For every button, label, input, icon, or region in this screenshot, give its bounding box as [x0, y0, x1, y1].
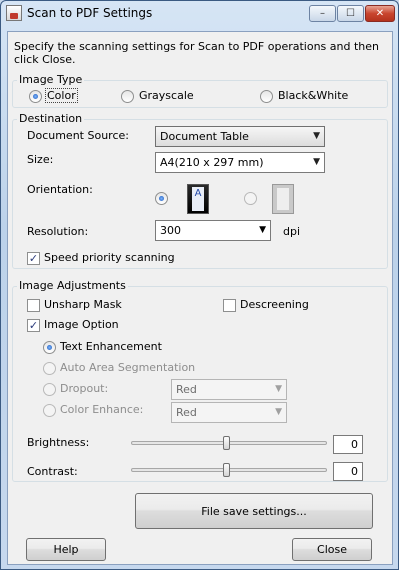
- color-radio[interactable]: [29, 90, 42, 103]
- chevron-down-icon: ▼: [259, 225, 266, 235]
- dropout-value: Red: [176, 383, 197, 396]
- dropout-label[interactable]: Dropout:: [60, 382, 108, 395]
- size-select[interactable]: A4(210 x 297 mm) ▼: [155, 152, 325, 173]
- destination-group: Destination Document Source: Document Ta…: [12, 112, 388, 269]
- size-value: A4(210 x 297 mm): [160, 156, 264, 169]
- close-window-button[interactable]: ✕: [365, 5, 395, 22]
- portrait-orientation-icon[interactable]: [187, 184, 209, 214]
- color-label[interactable]: Color: [45, 88, 78, 103]
- contrast-slider-thumb[interactable]: [223, 463, 230, 477]
- image-type-title: Image Type: [17, 73, 85, 86]
- resolution-label: Resolution:: [27, 225, 89, 238]
- chevron-down-icon: ▼: [313, 131, 320, 141]
- document-source-value: Document Table: [160, 130, 249, 143]
- app-icon: [6, 5, 22, 21]
- close-button[interactable]: Close: [292, 538, 372, 561]
- black-white-radio[interactable]: [260, 90, 273, 103]
- dropout-radio[interactable]: [43, 383, 56, 396]
- black-white-label[interactable]: Black&White: [278, 89, 348, 102]
- image-option-checkbox[interactable]: ✓: [27, 319, 40, 332]
- landscape-orientation-icon[interactable]: [272, 184, 294, 214]
- color-enhance-label[interactable]: Color Enhance:: [60, 403, 143, 416]
- image-adjustments-group: Image Adjustments Unsharp Mask Descreeni…: [12, 279, 388, 482]
- document-source-select[interactable]: Document Table ▼: [155, 126, 325, 147]
- brightness-value-input[interactable]: 0: [333, 435, 363, 454]
- resolution-select[interactable]: 300 ▼: [155, 220, 271, 241]
- chevron-down-icon: ▼: [275, 407, 282, 417]
- unsharp-mask-checkbox[interactable]: [27, 299, 40, 312]
- dropout-select[interactable]: Red ▼: [171, 379, 287, 400]
- size-label: Size:: [27, 153, 54, 166]
- resolution-unit: dpi: [283, 225, 301, 238]
- title-bar: Scan to PDF Settings – ☐ ✕: [1, 1, 398, 25]
- grayscale-radio[interactable]: [121, 90, 134, 103]
- color-enhance-radio[interactable]: [43, 404, 56, 417]
- grayscale-label[interactable]: Grayscale: [139, 89, 194, 102]
- document-source-label: Document Source:: [27, 129, 129, 142]
- help-button[interactable]: Help: [26, 538, 106, 561]
- orientation-label: Orientation:: [27, 183, 93, 196]
- landscape-radio[interactable]: [244, 192, 257, 205]
- dialog-body: Specify the scanning settings for Scan t…: [7, 31, 393, 565]
- portrait-radio[interactable]: [155, 192, 168, 205]
- window-title: Scan to PDF Settings: [27, 6, 153, 20]
- text-enhancement-label[interactable]: Text Enhancement: [60, 340, 162, 353]
- descreening-label[interactable]: Descreening: [240, 298, 309, 311]
- scan-to-pdf-settings-window: Scan to PDF Settings – ☐ ✕ Specify the s…: [0, 0, 399, 570]
- descreening-checkbox[interactable]: [223, 299, 236, 312]
- file-save-settings-button[interactable]: File save settings...: [135, 493, 373, 529]
- speed-priority-checkbox[interactable]: ✓: [27, 252, 40, 265]
- resolution-value: 300: [160, 224, 181, 237]
- color-enhance-select[interactable]: Red ▼: [171, 402, 287, 423]
- auto-area-segmentation-label[interactable]: Auto Area Segmentation: [60, 361, 195, 374]
- maximize-button[interactable]: ☐: [337, 5, 364, 22]
- text-enhancement-radio[interactable]: [43, 341, 56, 354]
- chevron-down-icon: ▼: [313, 157, 320, 167]
- chevron-down-icon: ▼: [275, 384, 282, 394]
- color-enhance-value: Red: [176, 406, 197, 419]
- image-option-label[interactable]: Image Option: [44, 318, 119, 331]
- contrast-label: Contrast:: [27, 465, 78, 478]
- destination-title: Destination: [17, 112, 85, 125]
- contrast-value-input[interactable]: 0: [333, 462, 363, 481]
- brightness-slider-thumb[interactable]: [223, 436, 230, 450]
- auto-area-segmentation-radio[interactable]: [43, 362, 56, 375]
- intro-text: Specify the scanning settings for Scan t…: [14, 40, 379, 66]
- brightness-label: Brightness:: [27, 436, 90, 449]
- unsharp-mask-label[interactable]: Unsharp Mask: [44, 298, 122, 311]
- image-type-group: Image Type Color Grayscale Black&White: [12, 73, 388, 108]
- speed-priority-label[interactable]: Speed priority scanning: [44, 251, 175, 264]
- image-adjustments-title: Image Adjustments: [17, 279, 128, 292]
- minimize-button[interactable]: –: [309, 5, 336, 22]
